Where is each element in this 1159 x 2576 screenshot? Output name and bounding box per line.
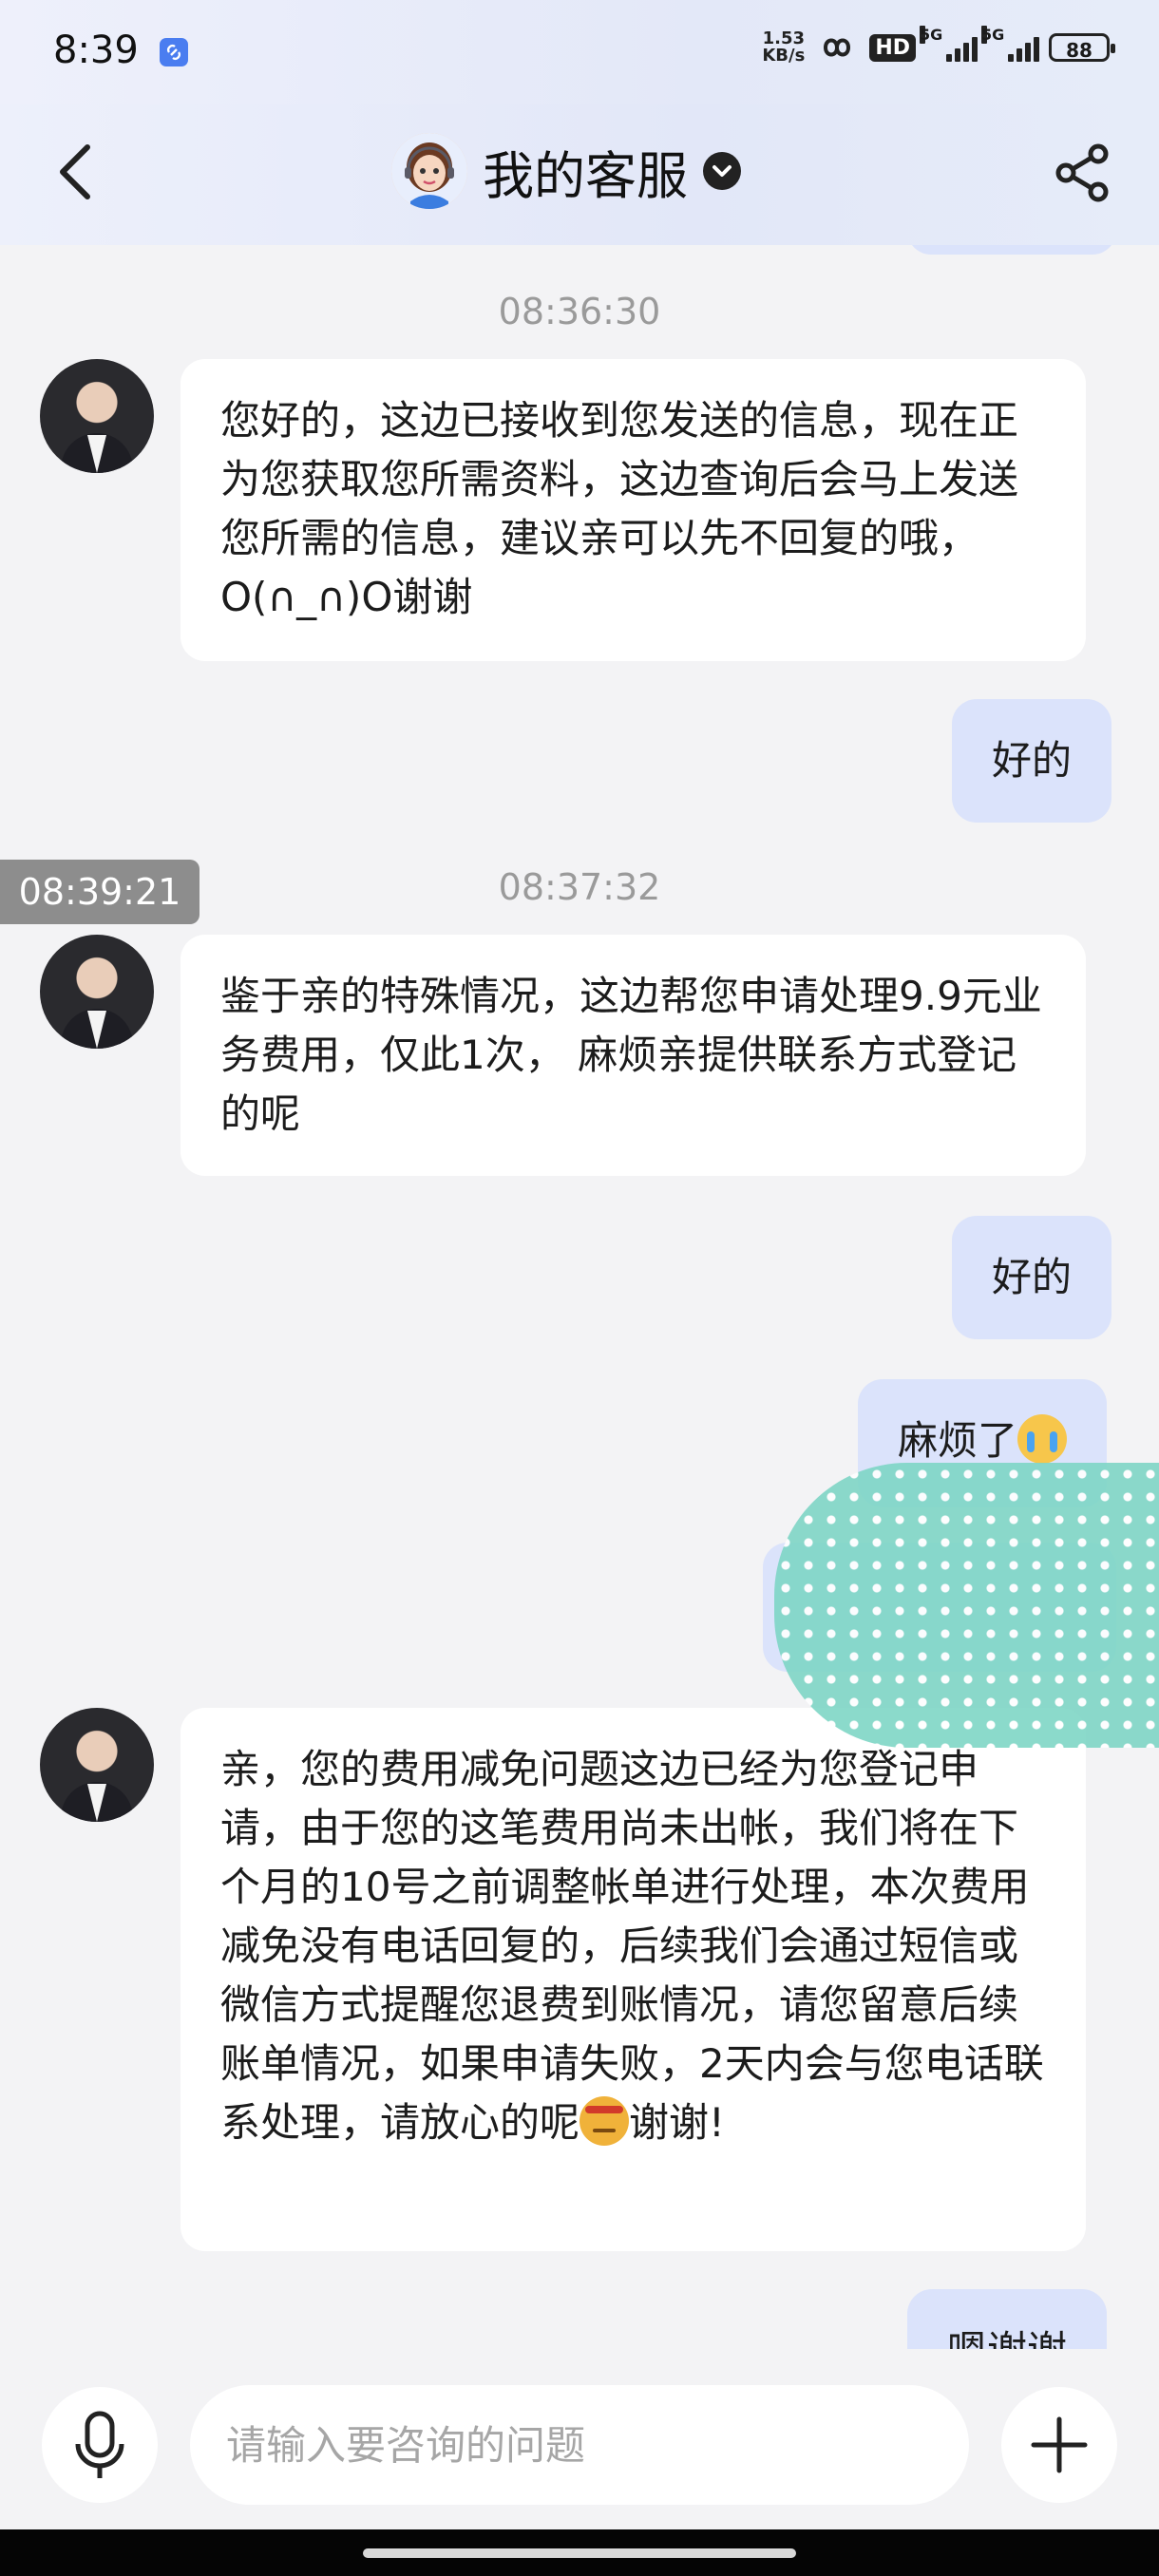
message-timestamp: 08:36:30 — [498, 291, 661, 332]
message-text-tail: 谢谢! — [629, 2099, 725, 2146]
message-bubble-out[interactable]: 好的 — [952, 1216, 1112, 1339]
chevron-left-icon — [60, 144, 90, 199]
message-bubble-in[interactable]: 您好的，这边已接收到您发送的信息，现在正为您获取您所需资料，这边查询后会马上发送… — [180, 359, 1086, 661]
message-bubble-in[interactable]: 亲，您的费用减免问题这边已经为您登记申请，由于您的这笔费用尚未出帐，我们将在下个… — [180, 1708, 1086, 2251]
status-indicators: 1.53 KB/s HD 5G 5G 88 — [762, 26, 1115, 65]
chevron-down-icon — [712, 165, 732, 177]
add-attachment-button[interactable] — [1001, 2387, 1117, 2503]
agent-avatar[interactable] — [40, 935, 154, 1049]
signal-strength-icon: 5G — [981, 26, 1039, 62]
question-input[interactable] — [190, 2385, 969, 2505]
message-bubble-out[interactable]: 好的 — [952, 699, 1112, 823]
message-text: 亲，您的费用减免问题这边已经为您登记申请，由于您的这笔费用尚未出帐，我们将在下个… — [220, 1746, 1044, 2146]
voice-input-button[interactable] — [42, 2387, 158, 2503]
chat-messages[interactable]: 08:36:30 您好的，这边已接收到您发送的信息，现在正为您获取您所需资料，这… — [0, 245, 1159, 2349]
message-bubble-in[interactable]: 鉴于亲的特殊情况，这边帮您申请处理9.9元业务费用，仅此1次， 麻烦亲提供联系方… — [180, 935, 1086, 1176]
selected-time-chip: 08:39:21 — [0, 860, 200, 924]
network-speed-unit: KB/s — [762, 46, 806, 66]
crying-face-icon — [1017, 1414, 1068, 1464]
dotted-overlay-decoration — [774, 1463, 1159, 1748]
share-icon — [1055, 143, 1109, 202]
back-button[interactable] — [49, 138, 99, 206]
battery-icon: 88 — [1049, 33, 1115, 62]
home-indicator[interactable] — [363, 2548, 796, 2558]
input-bar — [0, 2349, 1159, 2529]
status-time: 8:39 — [53, 28, 139, 72]
network-speed: 1.53 KB/s — [762, 30, 805, 65]
page-title: 我的客服 — [483, 145, 688, 206]
hd-badge: HD — [869, 33, 916, 62]
microphone-icon — [75, 2411, 124, 2478]
signal-label: 5G — [981, 26, 1005, 44]
share-button[interactable] — [1053, 142, 1113, 203]
infinity-icon — [824, 38, 851, 57]
title-area[interactable]: 我的客服 — [391, 133, 741, 209]
signal-strength-icon: 5G — [920, 26, 978, 62]
link-app-icon — [160, 38, 188, 66]
status-bar: 8:39 1.53 KB/s HD 5G 5G 88 — [0, 0, 1159, 104]
service-avatar — [391, 133, 467, 209]
message-text: 麻烦了 — [898, 1417, 1018, 1464]
message-bubble-out[interactable]: 嗯谢谢 — [907, 2289, 1108, 2349]
smirk-face-icon — [580, 2096, 630, 2146]
agent-avatar[interactable] — [40, 1708, 154, 1822]
message-bubble-out-partial — [907, 245, 1116, 255]
signal-label: 5G — [920, 26, 943, 44]
agent-avatar[interactable] — [40, 359, 154, 473]
plus-icon — [1031, 2416, 1088, 2473]
dropdown-button[interactable] — [703, 152, 741, 190]
